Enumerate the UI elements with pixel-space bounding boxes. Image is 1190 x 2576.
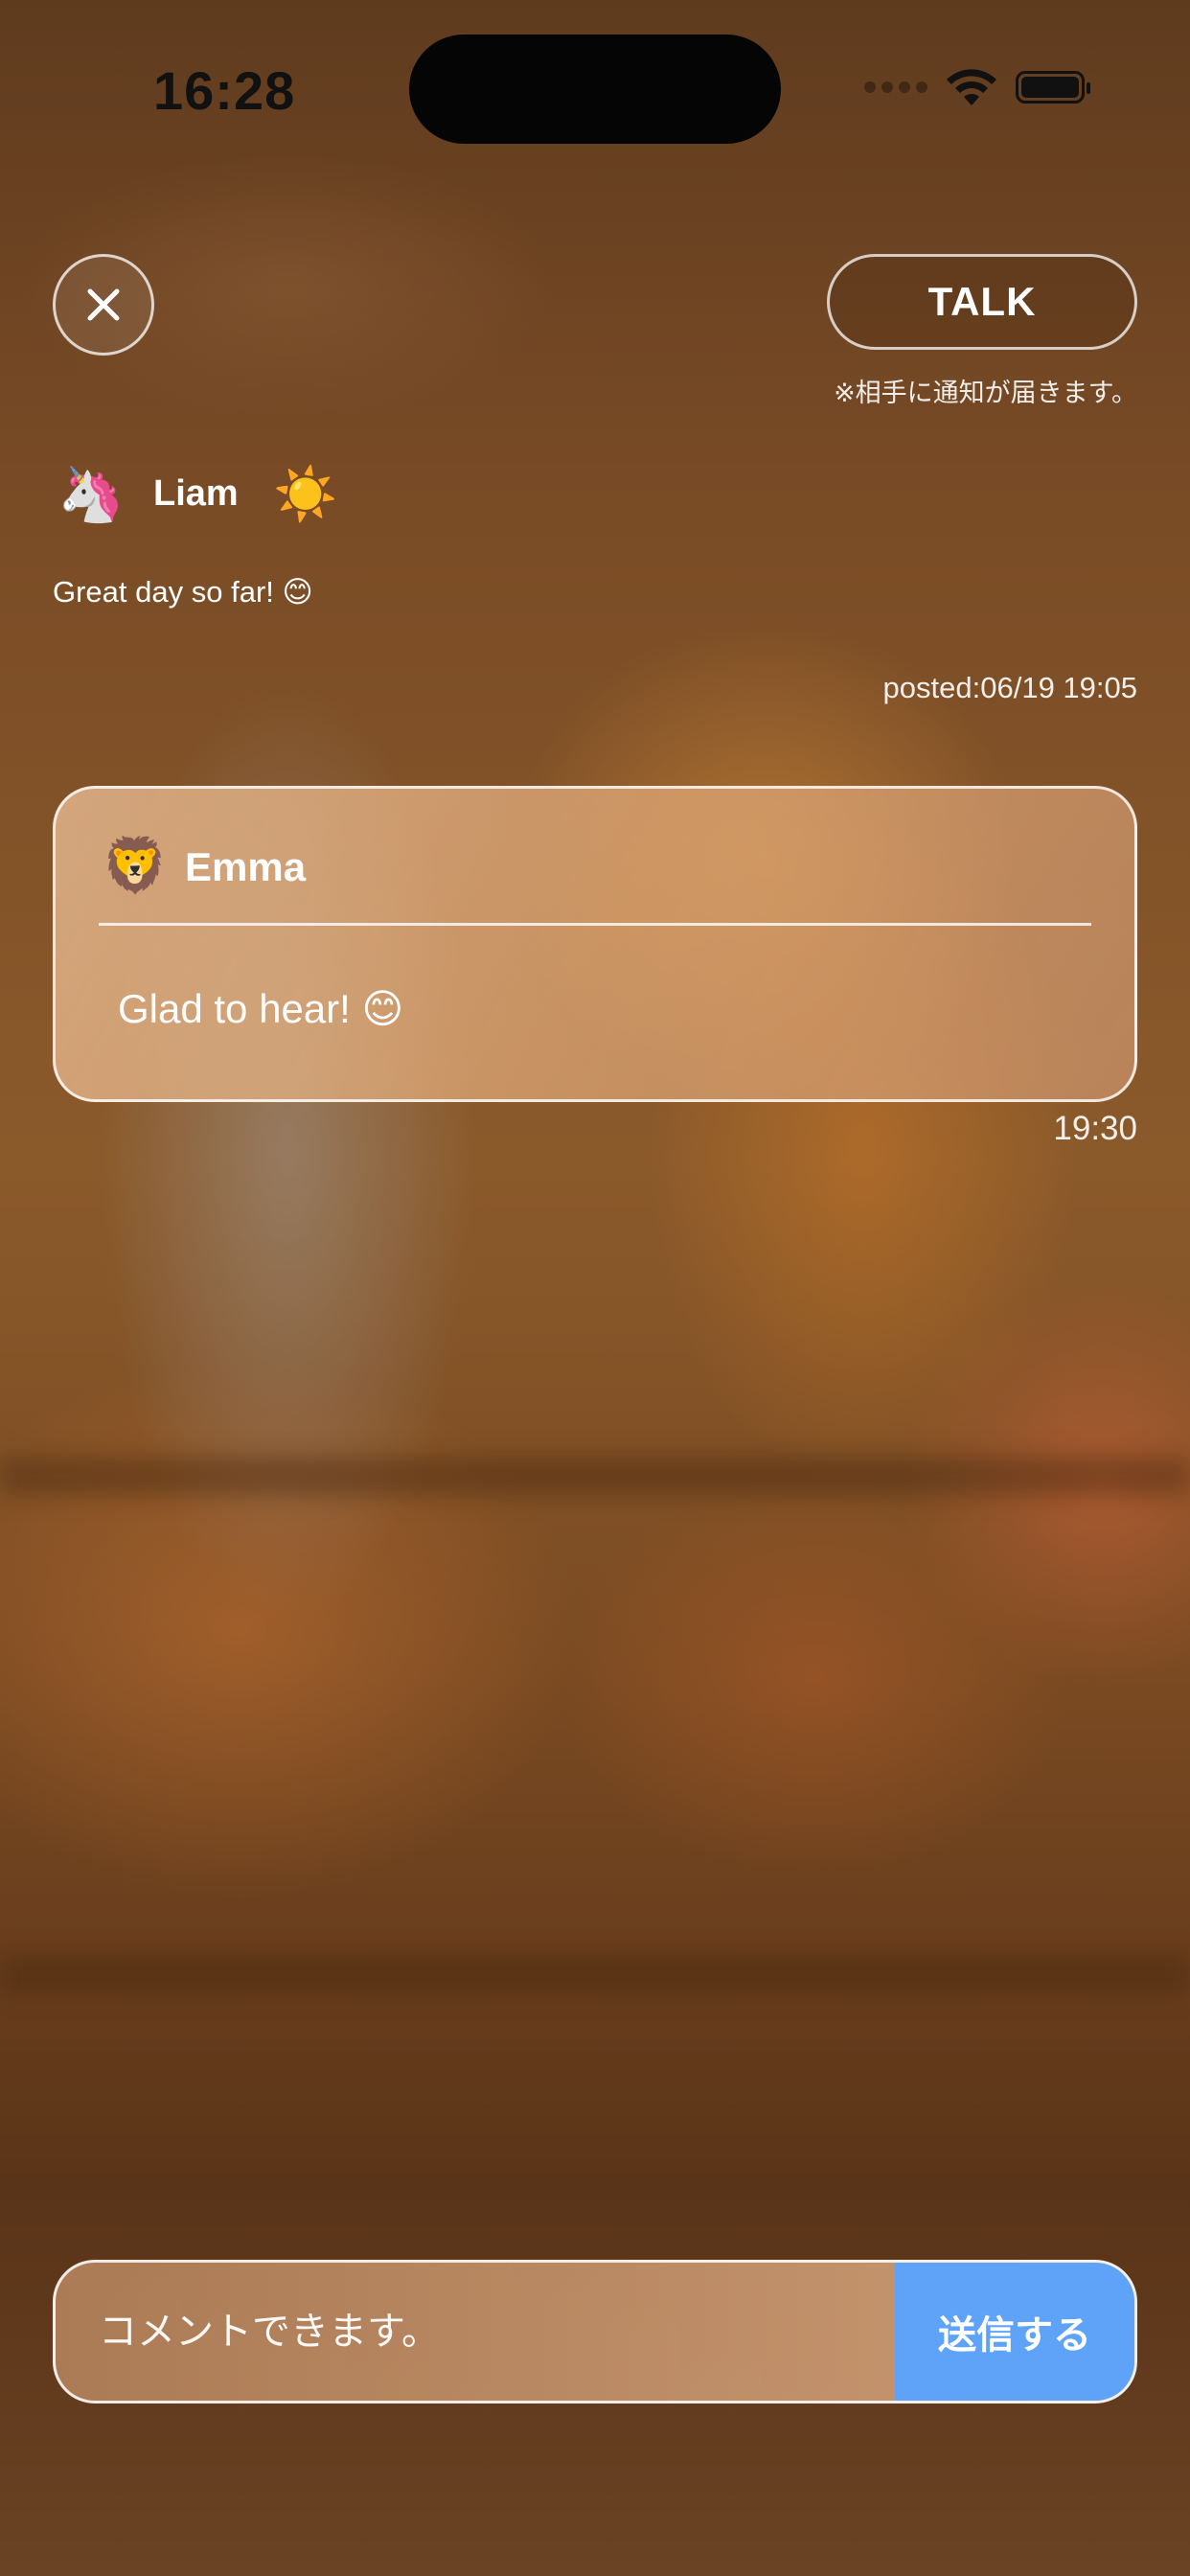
close-button[interactable] — [53, 254, 154, 356]
post-avatar-icon: 🦄 — [57, 464, 125, 524]
battery-icon — [1016, 71, 1090, 104]
comment-timestamp: 19:30 — [1053, 1110, 1137, 1147]
post-text: Great day so far! 😊 — [53, 575, 313, 609]
comment-card: 🦁 Emma Glad to hear! 😊 — [53, 786, 1137, 1102]
comment-text: Glad to hear! 😊 — [118, 986, 404, 1031]
dynamic-island — [409, 34, 781, 144]
status-time: 16:28 — [153, 60, 296, 121]
send-button[interactable]: 送信する — [895, 2263, 1134, 2401]
comment-avatar-icon: 🦁 — [102, 835, 169, 895]
notification-notice: ※相手に通知が届きます。 — [834, 379, 1137, 407]
comment-composer: 送信する — [53, 2260, 1137, 2404]
background-shelf — [0, 1955, 1190, 1993]
talk-button[interactable]: TALK — [827, 254, 1137, 350]
cellular-signal-icon — [864, 81, 927, 93]
post-timestamp: posted:06/19 19:05 — [882, 671, 1137, 704]
post-mood-icon: ☀️ — [273, 466, 338, 523]
status-indicators — [864, 67, 1090, 107]
comment-username: Emma — [185, 844, 307, 889]
wifi-icon — [947, 69, 996, 105]
comment-divider — [99, 923, 1091, 926]
comment-input[interactable] — [56, 2263, 895, 2401]
close-icon — [87, 288, 120, 321]
post-username: Liam — [153, 473, 239, 514]
background-shelf — [0, 1457, 1190, 1495]
